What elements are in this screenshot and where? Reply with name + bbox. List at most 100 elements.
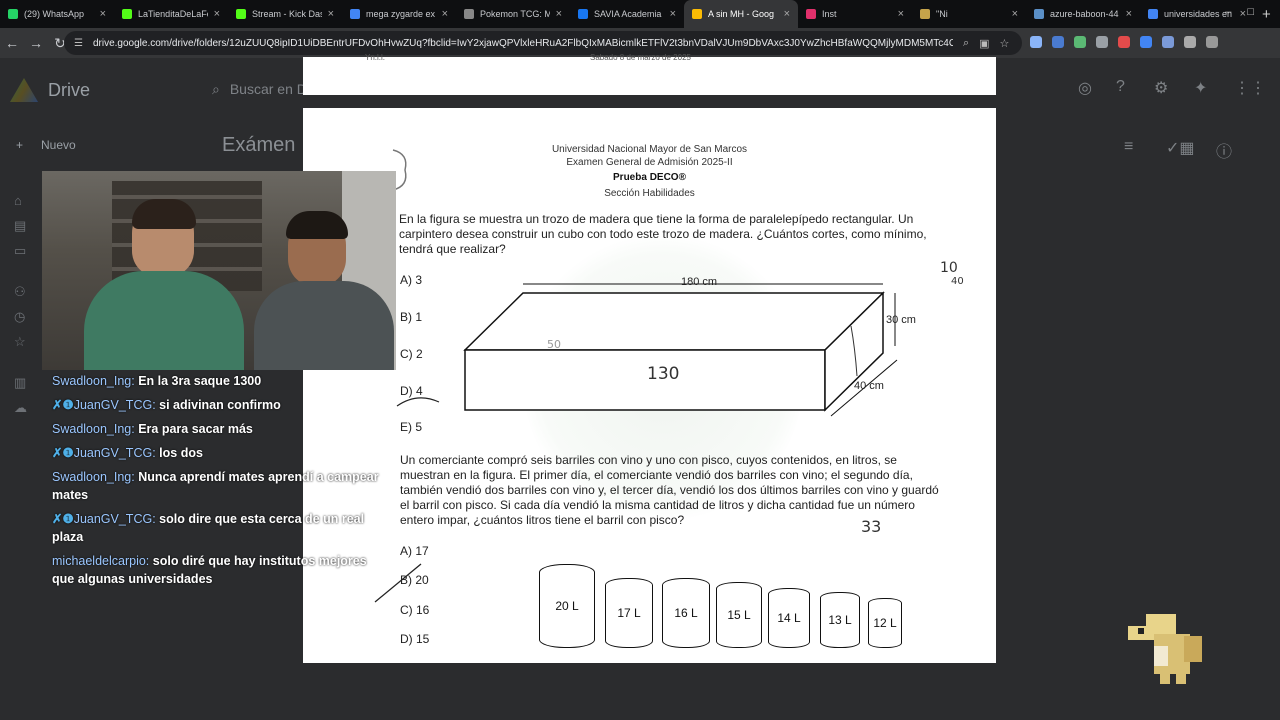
recent-icon[interactable]: ◷ <box>14 304 36 329</box>
tab-close-icon[interactable]: × <box>1126 8 1132 20</box>
tab-title: SAVIA Academia <box>594 9 662 19</box>
help-icon[interactable]: ? <box>1116 78 1125 96</box>
tab-title: LaTienditaDeLaFo <box>138 9 208 19</box>
barrel-label: 14 L <box>777 611 801 625</box>
tab-close-icon[interactable]: × <box>214 8 220 20</box>
browser-tab[interactable]: azure-baboon-44 × <box>1026 0 1140 28</box>
moderator-badge-icon: ✗❶ <box>52 398 74 412</box>
extension-icon[interactable] <box>1118 36 1130 48</box>
grid-view-icon[interactable]: ✓▦ <box>1166 138 1195 158</box>
chat-message: ✗❶JuanGV_TCG: solo dire que esta cerca d… <box>52 510 392 546</box>
trash-icon[interactable]: ▥ <box>14 370 36 395</box>
test-name: Prueba DECO® <box>613 172 686 183</box>
chat-message: Swadloon_Ing: Era para sacar más <box>52 420 392 438</box>
zoom-icon[interactable]: ⌕ <box>963 37 969 50</box>
apps-grid-icon[interactable]: ⋮⋮ <box>1234 78 1266 98</box>
barrel: 13 L <box>820 592 860 648</box>
handwritten-note-2: 40 <box>951 276 964 287</box>
new-button-label: Nuevo <box>41 138 76 152</box>
site-info-icon[interactable]: ☰ <box>74 38 83 49</box>
home-icon[interactable]: ⌂ <box>14 188 36 213</box>
extension-icon[interactable] <box>1096 36 1108 48</box>
tab-close-icon[interactable]: × <box>100 8 106 20</box>
webcam-overlay <box>42 171 396 370</box>
extension-icon[interactable] <box>1162 36 1174 48</box>
extension-icon[interactable] <box>1140 36 1152 48</box>
new-button[interactable]: + Nuevo <box>16 138 76 152</box>
drive-sidebar-icons: ⌂ ▤ ▭ ⚇ ◷ ☆ ▥ ☁ <box>14 188 36 420</box>
browser-tab[interactable]: Stream - Kick Das × <box>228 0 342 28</box>
window-controls[interactable]: –□ <box>1225 6 1270 18</box>
computers-icon[interactable]: ▭ <box>14 238 36 263</box>
exam-page: Universidad Nacional Mayor de San Marcos… <box>303 108 996 663</box>
chat-text: los dos <box>159 446 203 460</box>
search-icon: ⌕ <box>212 80 220 97</box>
extension-icon[interactable] <box>1052 36 1064 48</box>
browser-tab[interactable]: SAVIA Academia × <box>570 0 684 28</box>
barrel: 20 L <box>539 564 595 648</box>
browser-tab[interactable]: "Ni × <box>912 0 1026 28</box>
previous-page-strip: Yn.l.l. Sabado 8 de marzo de 2025 <box>303 53 996 108</box>
q2-option-d: D) 15 <box>400 632 430 646</box>
menu-icon[interactable] <box>1206 36 1218 48</box>
puzzle-icon[interactable] <box>1184 36 1196 48</box>
wood-block-figure <box>463 283 898 417</box>
offline-icon[interactable]: ◎ <box>1078 78 1092 98</box>
settings-icon[interactable]: ⚙ <box>1154 78 1168 98</box>
tab-title: (29) WhatsApp <box>24 9 85 19</box>
chat-text: Era para sacar más <box>138 422 253 436</box>
extension-icon[interactable] <box>1030 36 1042 48</box>
forward-icon[interactable]: → <box>24 35 48 51</box>
barrel-label: 20 L <box>555 599 579 613</box>
q1-option-a: A) 3 <box>400 273 423 287</box>
tab-close-icon[interactable]: × <box>328 8 334 20</box>
browser-tab[interactable]: LaTienditaDeLaFo × <box>114 0 228 28</box>
q1-option-e: E) 5 <box>400 420 423 434</box>
tab-close-icon[interactable]: × <box>784 8 790 20</box>
browser-tab[interactable]: Pokemon TCG: M × <box>456 0 570 28</box>
gemini-icon[interactable]: ✦ <box>1194 78 1207 98</box>
starred-icon[interactable]: ☆ <box>14 329 36 354</box>
browser-tab[interactable]: Inst × <box>798 0 912 28</box>
storage-icon[interactable]: ☁ <box>14 395 36 420</box>
barrel-label: 17 L <box>617 606 641 620</box>
tab-close-icon[interactable]: × <box>442 8 448 20</box>
drive-logo[interactable]: Drive <box>10 78 90 102</box>
omnibox[interactable]: ☰ drive.google.com/drive/folders/12uZUUQ… <box>64 31 1022 55</box>
browser-tab[interactable]: mega zygarde ex × <box>342 0 456 28</box>
shared-icon[interactable]: ⚇ <box>14 279 36 304</box>
extension-icon[interactable] <box>1074 36 1086 48</box>
height-label: 30 cm <box>886 314 916 326</box>
back-icon[interactable]: ← <box>0 35 24 51</box>
tab-close-icon[interactable]: × <box>1012 8 1018 20</box>
length-label: 180 cm <box>681 276 718 288</box>
stream-chat-overlay: Swadloon_Ing: En la 3ra saque 1300 ✗❶Juan… <box>52 372 392 594</box>
exam-name: Examen General de Admisión 2025-II <box>566 157 733 168</box>
cast-icon[interactable]: ▣ <box>979 37 989 50</box>
bookmark-star-icon[interactable]: ☆ <box>1000 37 1010 50</box>
barrel: 15 L <box>716 582 762 648</box>
tab-title: "Ni <box>936 9 948 19</box>
pdf-viewer[interactable]: Yn.l.l. Sabado 8 de marzo de 2025 Univer… <box>303 53 996 663</box>
chat-username: JuanGV_TCG: <box>73 398 156 412</box>
chat-text: En la 3ra saque 1300 <box>138 374 262 388</box>
list-view-icon[interactable]: ≡ <box>1124 138 1133 156</box>
browser-tab[interactable]: (29) WhatsApp × <box>0 0 114 28</box>
answer-mark-d <box>396 397 440 407</box>
tab-favicon-icon <box>236 9 246 19</box>
details-icon[interactable]: ⓘ <box>1216 138 1232 162</box>
chat-username: michaeldelcarpio: <box>52 554 150 568</box>
tab-close-icon[interactable]: × <box>670 8 676 20</box>
q2-option-c: C) 16 <box>400 603 430 617</box>
moderator-badge-icon: ✗❶ <box>52 446 74 460</box>
url-text[interactable]: drive.google.com/drive/folders/12uZUUQ8i… <box>93 38 953 49</box>
tab-close-icon[interactable]: × <box>898 8 904 20</box>
barrel-label: 12 L <box>873 616 897 630</box>
browser-tab[interactable]: A sin MH - Goog × <box>684 0 798 28</box>
activity-icon[interactable]: ▤ <box>14 213 36 238</box>
chat-text: si adivinan confirmo <box>159 398 281 412</box>
tab-close-icon[interactable]: × <box>556 8 562 20</box>
tab-title: Pokemon TCG: M <box>480 9 550 19</box>
barrel: 14 L <box>768 588 810 648</box>
question-1-text: En la figura se muestra un trozo de made… <box>399 212 927 256</box>
